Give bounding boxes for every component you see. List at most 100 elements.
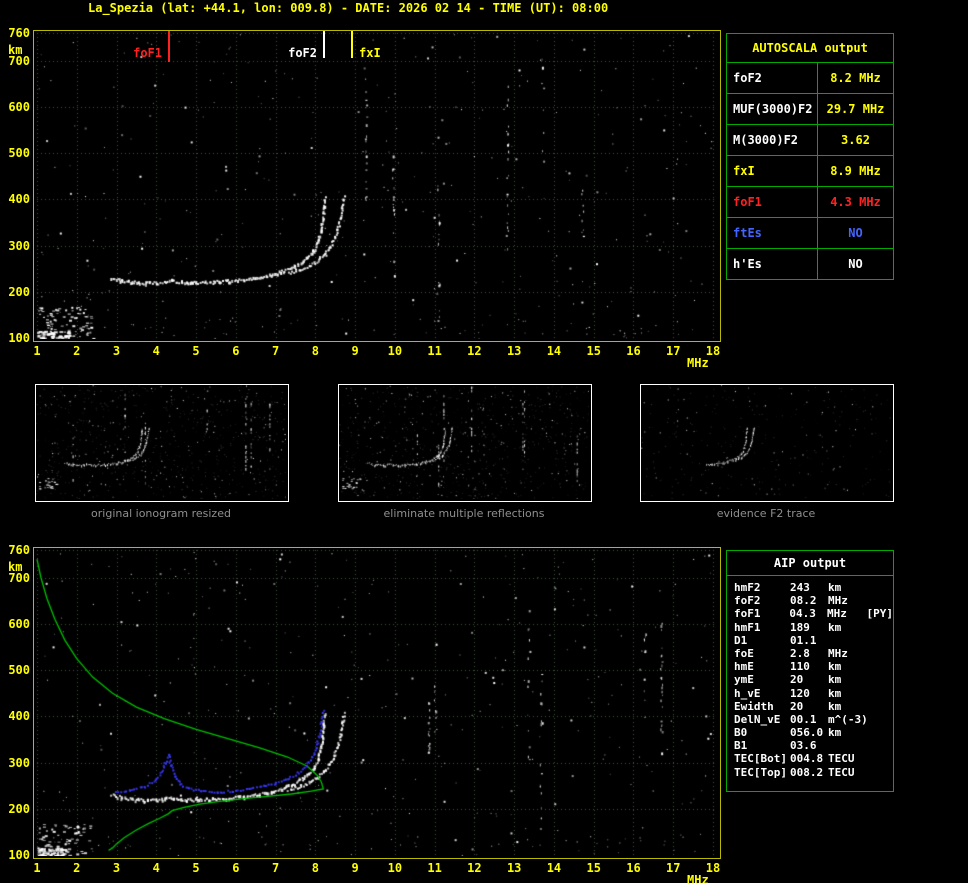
aip-param-unit: km xyxy=(828,673,842,687)
autoscala-row-fof2: foF2 8.2 MHz xyxy=(727,62,893,93)
aip-param-value: 056.0 xyxy=(790,726,824,740)
aip-param-unit: m^(-3) xyxy=(828,712,868,726)
x-tick-label-top: 12 xyxy=(467,344,482,358)
aip-param-value: 243 xyxy=(790,581,810,594)
x-tick-label-bottom: 9 xyxy=(351,861,359,875)
x-axis-unit-top: MHz xyxy=(687,356,709,370)
aip-param-value: 04.3 xyxy=(789,607,816,621)
station-date-header: La_Spezia (lat: +44.1, lon: 009.8) - DAT… xyxy=(88,1,609,15)
marker-line-fxi xyxy=(351,31,353,58)
autoscala-param-value: 3.62 xyxy=(841,133,870,147)
autoscala-param-label: ftEs xyxy=(727,218,818,248)
aip-param-name: B1 xyxy=(734,739,748,753)
x-tick-label-top: 17 xyxy=(666,344,681,358)
aip-param-value: 004.8 xyxy=(790,752,824,766)
x-tick-label-bottom: 2 xyxy=(73,861,81,875)
aip-param-value: 00.1 xyxy=(790,712,817,726)
y-tick-label-bottom: 600 xyxy=(8,616,30,631)
aip-param-extra: [PY] xyxy=(866,607,894,621)
autoscala-row-muf3000f2: MUF(3000)F2 29.7 MHz xyxy=(727,93,893,124)
aip-param-unit: MHz xyxy=(828,646,848,660)
marker-overlay: foF1 foF2 fxI xyxy=(34,31,718,339)
autoscala-row-ftes: ftEs NO xyxy=(727,217,893,248)
x-tick-label-top: 8 xyxy=(311,344,319,358)
aip-row-b0: B0 056.0 km xyxy=(727,726,893,739)
x-tick-label-bottom: 13 xyxy=(506,861,522,875)
aip-param-unit: km xyxy=(828,581,842,594)
autoscala-param-value: 29.7 MHz xyxy=(826,102,885,116)
x-tick-label-bottom: 4 xyxy=(152,861,160,875)
aip-param-value: 20 xyxy=(790,699,804,713)
aip-row-foe: foE 2.8 MHz xyxy=(727,647,893,660)
x-tick-label-top: 7 xyxy=(271,344,280,358)
marker-line-fof1 xyxy=(168,31,170,62)
x-tick-label-bottom: 5 xyxy=(192,861,200,875)
aip-param-name: TEC[Bot] xyxy=(734,752,787,766)
x-tick-label-bottom: 14 xyxy=(546,861,562,875)
x-tick-label-top: 13 xyxy=(506,344,522,358)
x-tick-label-top: 1 xyxy=(33,344,41,358)
y-tick-label-top: 200 xyxy=(8,284,30,299)
aip-param-unit: TECU xyxy=(828,752,855,766)
aip-param-name: foF1 xyxy=(734,607,761,621)
aip-row-fof2: foF2 08.2 MHz xyxy=(727,594,893,607)
x-tick-label-bottom: 7 xyxy=(271,861,280,875)
aip-param-name: h_vE xyxy=(734,686,761,700)
aip-param-value: 08.2 xyxy=(790,594,817,608)
marker-label-fof1: foF1 xyxy=(133,46,162,60)
x-tick-label-bottom: 3 xyxy=(112,861,121,875)
x-tick-label-bottom: 6 xyxy=(232,861,240,875)
autoscala-table-rows: foF2 8.2 MHz MUF(3000)F2 29.7 MHz M(3000)F2 3… xyxy=(727,62,893,279)
aip-param-name: TEC[Top] xyxy=(734,765,787,779)
y-tick-label-bottom: 300 xyxy=(8,755,30,770)
autoscala-output-table: AUTOSCALA output foF2 8.2 MHz MUF(3000)F2 2… xyxy=(726,33,894,280)
aip-param-name: DelN_vE xyxy=(734,712,781,726)
aip-row-hmf2: hmF2 243 km xyxy=(727,581,893,594)
autoscala-row-fxi: fxI 8.9 MHz xyxy=(727,155,893,186)
aip-param-unit: km xyxy=(828,620,842,634)
aip-row-fof1: foF1 04.3 MHz [PY] xyxy=(727,607,893,620)
x-tick-label-top: 10 xyxy=(387,344,403,358)
x-tick-label-bottom: 10 xyxy=(387,861,403,875)
aip-param-unit: km xyxy=(828,699,842,713)
thumbnail-caption-filtered: eliminate multiple reflections xyxy=(383,507,545,520)
y-tick-label-top: 700 xyxy=(8,53,30,68)
y-tick-label-bottom: 400 xyxy=(8,709,30,724)
autoscala-row-m3000f2: M(3000)F2 3.62 xyxy=(727,124,893,155)
x-tick-label-bottom: 1 xyxy=(33,861,41,875)
aip-table-title: AIP output xyxy=(727,551,893,576)
x-tick-label-bottom: 11 xyxy=(427,861,442,875)
aip-row-hme: hmE 110 km xyxy=(727,660,893,673)
aip-param-name: B0 xyxy=(734,726,748,740)
y-tick-label-top: 400 xyxy=(8,192,30,207)
autoscala-output-window: La_Spezia (lat: +44.1, lon: 009.8) - DAT… xyxy=(0,0,968,883)
autoscala-param-value: NO xyxy=(848,257,863,271)
aip-param-unit: TECU xyxy=(828,765,855,779)
aip-row-ewidth: Ewidth 20 km xyxy=(727,700,893,713)
y-tick-label-bottom: 100 xyxy=(8,848,30,862)
autoscala-param-label: h'Es xyxy=(727,249,818,279)
aip-param-name: hmE xyxy=(734,660,754,674)
thumbnail-canvas-filtered xyxy=(339,385,589,499)
aip-param-unit: km xyxy=(828,660,842,674)
aip-param-name: D1 xyxy=(734,633,748,647)
aip-param-name: ymE xyxy=(734,673,754,687)
x-tick-label-top: 9 xyxy=(351,344,359,358)
aip-param-value: 120 xyxy=(790,686,810,700)
thumbnail-caption-original: original ionogram resized xyxy=(91,507,231,520)
aip-param-unit: MHz xyxy=(826,607,847,621)
aip-row-yme: ymE 20 km xyxy=(727,673,893,686)
autoscala-param-value: NO xyxy=(848,226,863,240)
autoscala-param-value: 8.9 MHz xyxy=(830,164,881,178)
marker-label-fxi: fxI xyxy=(359,46,381,60)
aip-param-name: hmF2 xyxy=(734,581,761,594)
x-tick-label-top: 11 xyxy=(427,344,442,358)
autoscala-table-title: AUTOSCALA output xyxy=(752,41,868,55)
aip-param-value: 01.1 xyxy=(790,633,817,647)
autoscala-param-label: foF2 xyxy=(727,63,818,93)
aip-param-value: 110 xyxy=(790,660,810,674)
aip-row-tectop: TEC[Top] 008.2 TECU xyxy=(727,766,893,779)
aip-param-name: foF2 xyxy=(734,594,761,608)
x-tick-label-bottom: 16 xyxy=(626,861,641,875)
autoscala-param-label: fxI xyxy=(727,156,818,186)
